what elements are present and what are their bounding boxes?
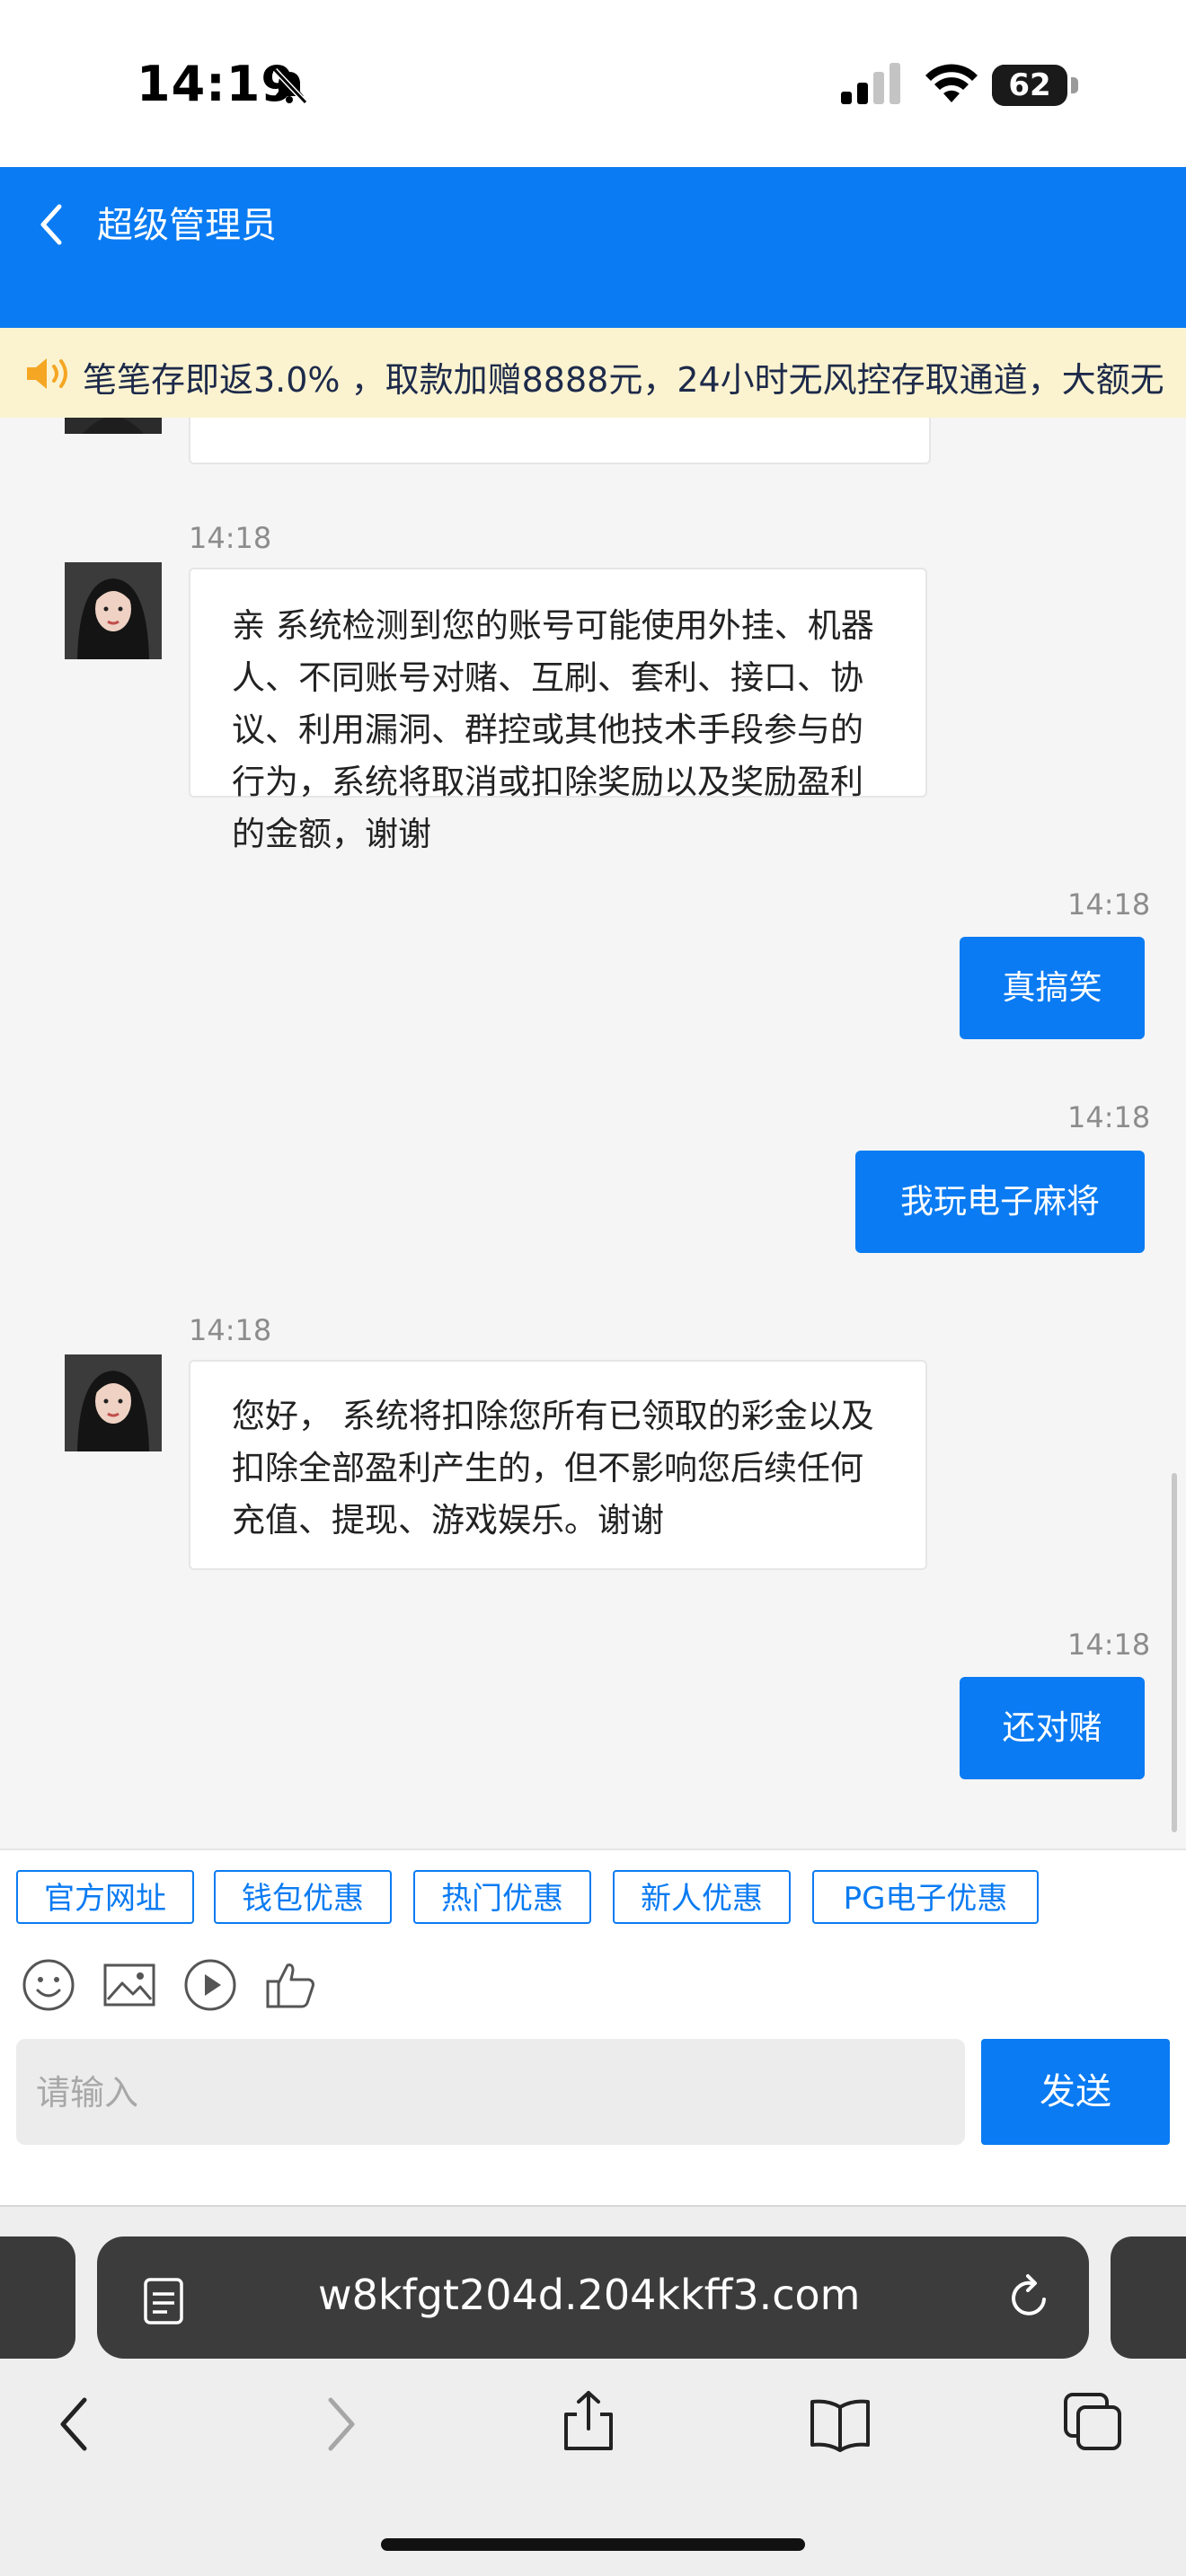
message-timestamp: 14:18 (1067, 887, 1151, 922)
emoji-icon[interactable] (20, 1956, 77, 2014)
message-bubble-sent: 我玩电子麻将 (855, 1151, 1145, 1253)
video-icon[interactable] (181, 1956, 239, 2014)
browser-divider (0, 2205, 1186, 2207)
message-timestamp: 14:18 (1067, 1628, 1151, 1662)
speaker-icon (27, 358, 67, 389)
notice-text: 笔笔存即返3.0% ，取款加赠8888元，24小时无风控存取通道，大额无 (83, 360, 1164, 400)
battery-level: 62 (1008, 67, 1051, 103)
message-input[interactable] (34, 2039, 936, 2147)
message-bubble-sent: 真搞笑 (960, 937, 1145, 1039)
wifi-icon (925, 64, 978, 102)
thumbs-up-icon[interactable] (262, 1956, 320, 2014)
back-icon[interactable] (45, 2393, 108, 2456)
message-bubble-sent: 还对赌 (960, 1677, 1145, 1779)
send-button[interactable]: 发送 (981, 2039, 1170, 2145)
avatar (65, 418, 162, 434)
avatar[interactable] (65, 562, 162, 659)
quick-tag-new-user-offer[interactable]: 新人优惠 (613, 1870, 791, 1924)
message-text: 您好， 系统将扣除您所有已领取的彩金以及扣除全部盈利产生的，但不影响您后续任何充… (232, 1397, 874, 1539)
message-timestamp: 14:18 (189, 521, 272, 555)
signal-icon (841, 63, 900, 104)
back-chevron-icon[interactable] (32, 198, 72, 251)
battery-indicator: 62 (992, 65, 1078, 106)
quick-tag-wallet-offer[interactable]: 钱包优惠 (214, 1870, 392, 1924)
tabs-icon[interactable] (1062, 2391, 1125, 2454)
bookmarks-icon[interactable] (809, 2393, 872, 2456)
quick-tag-pg-offer[interactable]: PG电子优惠 (812, 1870, 1039, 1924)
message-text: 我玩电子麻将 (900, 1182, 1100, 1221)
message-bubble-received: 亲 系统检测到您的账号可能使用外挂、机器人、不同账号对赌、互刷、套利、接口、协议… (189, 568, 927, 853)
image-icon[interactable] (101, 1956, 158, 2014)
forward-icon[interactable] (307, 2393, 370, 2456)
home-indicator (381, 2538, 805, 2551)
address-url: w8kfgt204d.204kkff3.com (318, 2271, 861, 2319)
share-icon[interactable] (557, 2389, 620, 2452)
message-input-wrapper (16, 2039, 965, 2147)
message-text: 还对赌 (1002, 1708, 1102, 1747)
next-tab-preview[interactable] (1111, 2236, 1186, 2359)
chat-scrollbar[interactable] (1172, 1473, 1177, 1832)
message-timestamp: 14:18 (189, 1313, 272, 1347)
message-text: 真搞笑 (1002, 968, 1102, 1007)
bell-slash-icon (272, 67, 308, 105)
message-timestamp: 14:18 (1067, 1100, 1151, 1134)
message-bubble-partial (189, 418, 931, 464)
quick-tag-hot-offer[interactable]: 热门优惠 (413, 1870, 591, 1924)
previous-tab-preview[interactable] (0, 2236, 75, 2359)
divider (0, 1848, 1186, 1850)
page-title: 超级管理员 (97, 205, 277, 246)
battery-body: 62 (992, 65, 1067, 106)
quick-tag-official-site[interactable]: 官方网址 (16, 1870, 194, 1924)
battery-cap (1071, 77, 1078, 93)
reader-page-icon[interactable] (140, 2276, 187, 2326)
avatar[interactable] (65, 1354, 162, 1451)
message-bubble-received: 您好， 系统将扣除您所有已领取的彩金以及扣除全部盈利产生的，但不影响您后续任何充… (189, 1360, 927, 1570)
reload-icon[interactable] (1005, 2271, 1055, 2325)
